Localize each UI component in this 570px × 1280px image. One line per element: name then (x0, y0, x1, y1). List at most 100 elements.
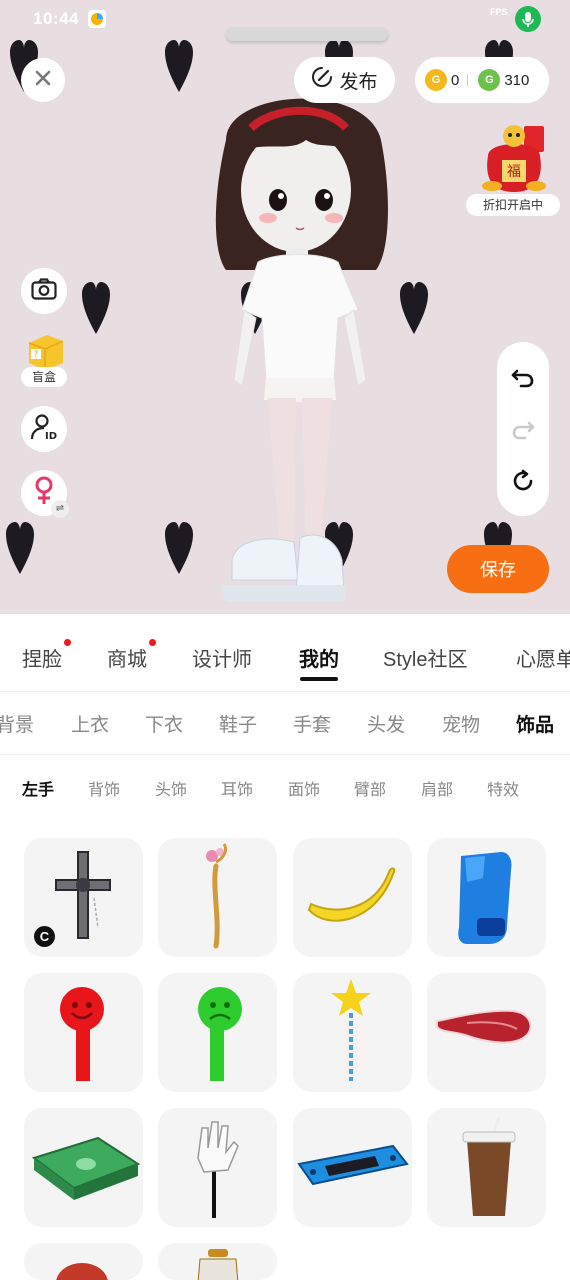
subtab-ear[interactable]: 耳饰 (221, 776, 253, 800)
item-card[interactable] (158, 1243, 277, 1280)
tab-shop[interactable]: 商城 (107, 639, 156, 672)
red-smiley-sign-icon (24, 973, 143, 1092)
tab-designer[interactable]: 设计师 (192, 643, 252, 672)
category-tab-shoes[interactable]: 鞋子 (219, 710, 257, 737)
avatar-scene[interactable]: 10:44 FPS 发布 G 0 G 310 福 折扣开启中 ? 盲盒 ID ⇌… (0, 0, 570, 614)
swap-icon: ⇌ (51, 500, 69, 518)
item-card[interactable] (24, 973, 143, 1092)
currency-divider (467, 74, 469, 86)
raw-steak-icon (427, 973, 546, 1092)
camera-icon (31, 277, 57, 305)
blind-box-icon: ? (25, 333, 65, 371)
svg-text:ID: ID (45, 431, 57, 441)
subtab-face[interactable]: 面饰 (288, 776, 320, 800)
discount-promo-label: 折扣开启中 (466, 194, 560, 216)
accessory-subtab-bar: 左手 背饰 头饰 耳饰 面饰 臂部 肩部 特效 (0, 755, 570, 815)
green-coin-icon: G (478, 69, 501, 91)
heart-decoration (6, 522, 34, 574)
cash-stack-icon (24, 1108, 143, 1227)
heart-decoration (165, 522, 193, 574)
redo-icon[interactable] (508, 414, 538, 444)
coffee-cup-icon (427, 1108, 546, 1227)
blind-box-label: 盲盒 (21, 367, 67, 387)
mic-icon[interactable] (515, 6, 541, 32)
spray-bottle-icon (158, 1243, 277, 1280)
category-tab-hair[interactable]: 头发 (367, 710, 405, 737)
item-card[interactable] (24, 1108, 143, 1227)
item-card[interactable] (293, 973, 412, 1092)
green-coin-value: 310 (504, 71, 530, 89)
publish-button[interactable]: 发布 (294, 57, 395, 103)
subtab-head[interactable]: 头饰 (155, 776, 187, 800)
category-tab-background[interactable]: 背景 (0, 710, 34, 737)
star-wand-icon (293, 973, 412, 1092)
tab-face[interactable]: 捏脸 (22, 639, 71, 672)
top-drag-handle (226, 27, 388, 41)
undo-icon[interactable] (508, 362, 538, 392)
copyright-badge: C (34, 926, 55, 947)
gold-coin-value: 0 (451, 71, 460, 89)
notification-dot (149, 639, 156, 646)
publish-pencil-icon (311, 66, 333, 94)
tab-label: 捏脸 (22, 649, 62, 671)
lucky-bag-icon: 福 (478, 122, 550, 196)
svg-text:?: ? (34, 350, 39, 360)
svg-text:福: 福 (507, 164, 521, 180)
tab-label: 商城 (107, 649, 147, 671)
item-card[interactable]: C (24, 838, 143, 957)
category-tab-gloves[interactable]: 手套 (293, 710, 331, 737)
notification-app-icon (88, 10, 106, 28)
discount-promo[interactable]: 福 折扣开启中 (466, 122, 560, 216)
tab-style-community[interactable]: Style社区 (383, 643, 467, 672)
green-sad-sign-icon (158, 973, 277, 1092)
main-tab-bar: 捏脸 商城 设计师 我的 Style社区 心愿单 (0, 614, 570, 692)
item-card[interactable] (293, 1108, 412, 1227)
item-card[interactable] (427, 1108, 546, 1227)
category-tab-pet[interactable]: 宠物 (442, 710, 480, 737)
currency-panel[interactable]: G 0 G 310 (415, 57, 549, 103)
profile-id-button[interactable]: ID (21, 406, 67, 452)
fps-label: FPS (490, 7, 508, 17)
handheld-console-icon (293, 1108, 412, 1227)
banana-icon (293, 838, 412, 957)
avatar-character[interactable] (196, 80, 406, 610)
gender-switch-button[interactable]: ⇌ (21, 470, 69, 518)
category-tab-top[interactable]: 上衣 (71, 710, 109, 737)
subtab-shoulder[interactable]: 肩部 (421, 776, 453, 800)
item-card[interactable] (158, 973, 277, 1092)
active-tab-indicator (300, 677, 338, 681)
flower-staff-icon (158, 838, 277, 957)
tab-mine[interactable]: 我的 (299, 643, 339, 672)
blue-boxing-glove-icon (427, 838, 546, 957)
item-card[interactable] (293, 838, 412, 957)
category-tab-accessories[interactable]: 饰品 (516, 710, 554, 737)
subtab-arm[interactable]: 臂部 (354, 776, 386, 800)
category-tab-bar: 背景 上衣 下衣 鞋子 手套 头发 宠物 饰品 (0, 692, 570, 755)
close-button[interactable] (21, 58, 65, 102)
reset-icon[interactable] (508, 466, 538, 496)
heart-decoration (165, 40, 193, 92)
tab-wishlist[interactable]: 心愿单 (516, 643, 570, 672)
item-card[interactable] (158, 838, 277, 957)
gold-coin-icon: G (425, 69, 447, 91)
red-ball-icon (24, 1243, 143, 1280)
close-icon (34, 69, 52, 92)
item-card[interactable] (427, 838, 546, 957)
category-tab-bottom[interactable]: 下衣 (145, 710, 183, 737)
subtab-left-hand[interactable]: 左手 (22, 776, 54, 800)
item-card[interactable] (158, 1108, 277, 1227)
item-card[interactable] (24, 1243, 143, 1280)
publish-label: 发布 (339, 71, 378, 93)
heart-decoration (82, 282, 110, 334)
camera-button[interactable] (21, 268, 67, 314)
white-glove-stick-icon (158, 1108, 277, 1227)
status-time: 10:44 (33, 9, 79, 28)
save-button[interactable]: 保存 (447, 545, 549, 593)
profile-id-icon: ID (30, 413, 58, 446)
blind-box-button[interactable]: ? 盲盒 (21, 333, 67, 391)
subtab-back[interactable]: 背饰 (88, 776, 120, 800)
item-card[interactable] (427, 973, 546, 1092)
history-panel (497, 342, 549, 516)
subtab-effects[interactable]: 特效 (487, 776, 519, 800)
notification-dot (64, 639, 71, 646)
